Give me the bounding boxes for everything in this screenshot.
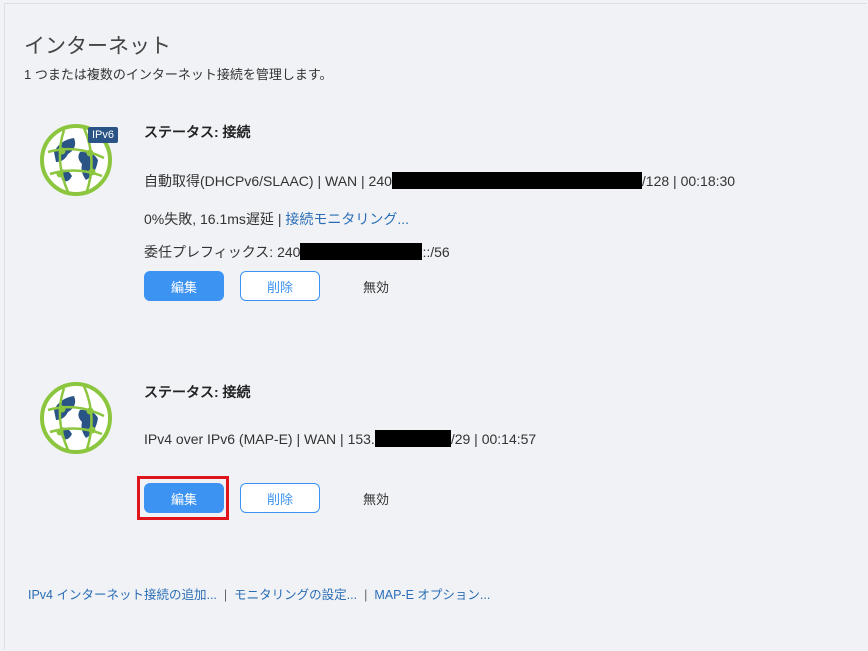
connection-2-delete-button[interactable]: 削除 bbox=[240, 483, 320, 513]
connection-2-disable-button[interactable]: 無効 bbox=[351, 483, 401, 513]
delegated-prefix-suffix: ::/56 bbox=[422, 244, 450, 260]
connection-1-detail-suffix: /128 | 00:18:30 bbox=[641, 173, 736, 189]
connection-1-stats-text: 0%失敗, 16.1ms遅延 | bbox=[144, 211, 286, 227]
connection-1-status: ステータス: 接続 bbox=[144, 124, 251, 140]
monitoring-settings-link[interactable]: モニタリングの設定... bbox=[234, 588, 357, 602]
footer-links: IPv4 インターネット接続の追加... | モニタリングの設定... | MAP-E … bbox=[28, 584, 490, 603]
redacted-block bbox=[391, 172, 642, 189]
connection-2-status: ステータス: 接続 bbox=[144, 384, 251, 400]
connection-1-edit-button[interactable]: 編集 bbox=[144, 271, 224, 301]
connection-2-detail-prefix: IPv4 over IPv6 (MAP-E) | WAN | 153. bbox=[144, 431, 375, 447]
redacted-block bbox=[300, 243, 423, 260]
separator: | bbox=[364, 588, 368, 602]
add-ipv4-connection-link[interactable]: IPv4 インターネット接続の追加... bbox=[28, 588, 217, 602]
connection-monitoring-link[interactable]: 接続モニタリング... bbox=[285, 211, 409, 227]
connection-2-detail: IPv4 over IPv6 (MAP-E) | WAN | 153. /29 |… bbox=[144, 430, 536, 447]
mape-options-link[interactable]: MAP-E オプション... bbox=[374, 588, 490, 602]
globe-icon bbox=[40, 382, 112, 454]
separator: | bbox=[223, 588, 228, 602]
main-panel bbox=[4, 3, 867, 649]
connection-1-disable-button[interactable]: 無効 bbox=[351, 271, 401, 301]
highlight-box bbox=[137, 476, 229, 520]
connection-1-prefix: 委任プレフィックス: 240::/56 bbox=[144, 242, 450, 262]
delegated-prefix-label: 委任プレフィックス: 240 bbox=[144, 244, 301, 260]
ipv6-badge: IPv6 bbox=[88, 127, 119, 143]
page-subtitle: 1 つまたは複数のインターネット接続を管理します。 bbox=[24, 67, 333, 82]
connection-1-stats: 0%失敗, 16.1ms遅延 | 接続モニタリング... bbox=[144, 209, 409, 229]
connection-1-delete-button[interactable]: 削除 bbox=[240, 271, 320, 301]
connection-2-detail-suffix: /29 | 00:14:57 bbox=[450, 431, 537, 447]
connection-1-detail: 自動取得(DHCPv6/SLAAC) | WAN | 240/128 | 00:… bbox=[144, 171, 735, 191]
redacted-block bbox=[374, 430, 451, 447]
page-title: インターネット bbox=[24, 35, 171, 58]
connection-1-detail-prefix: 自動取得(DHCPv6/SLAAC) | WAN | 240 bbox=[144, 173, 392, 189]
